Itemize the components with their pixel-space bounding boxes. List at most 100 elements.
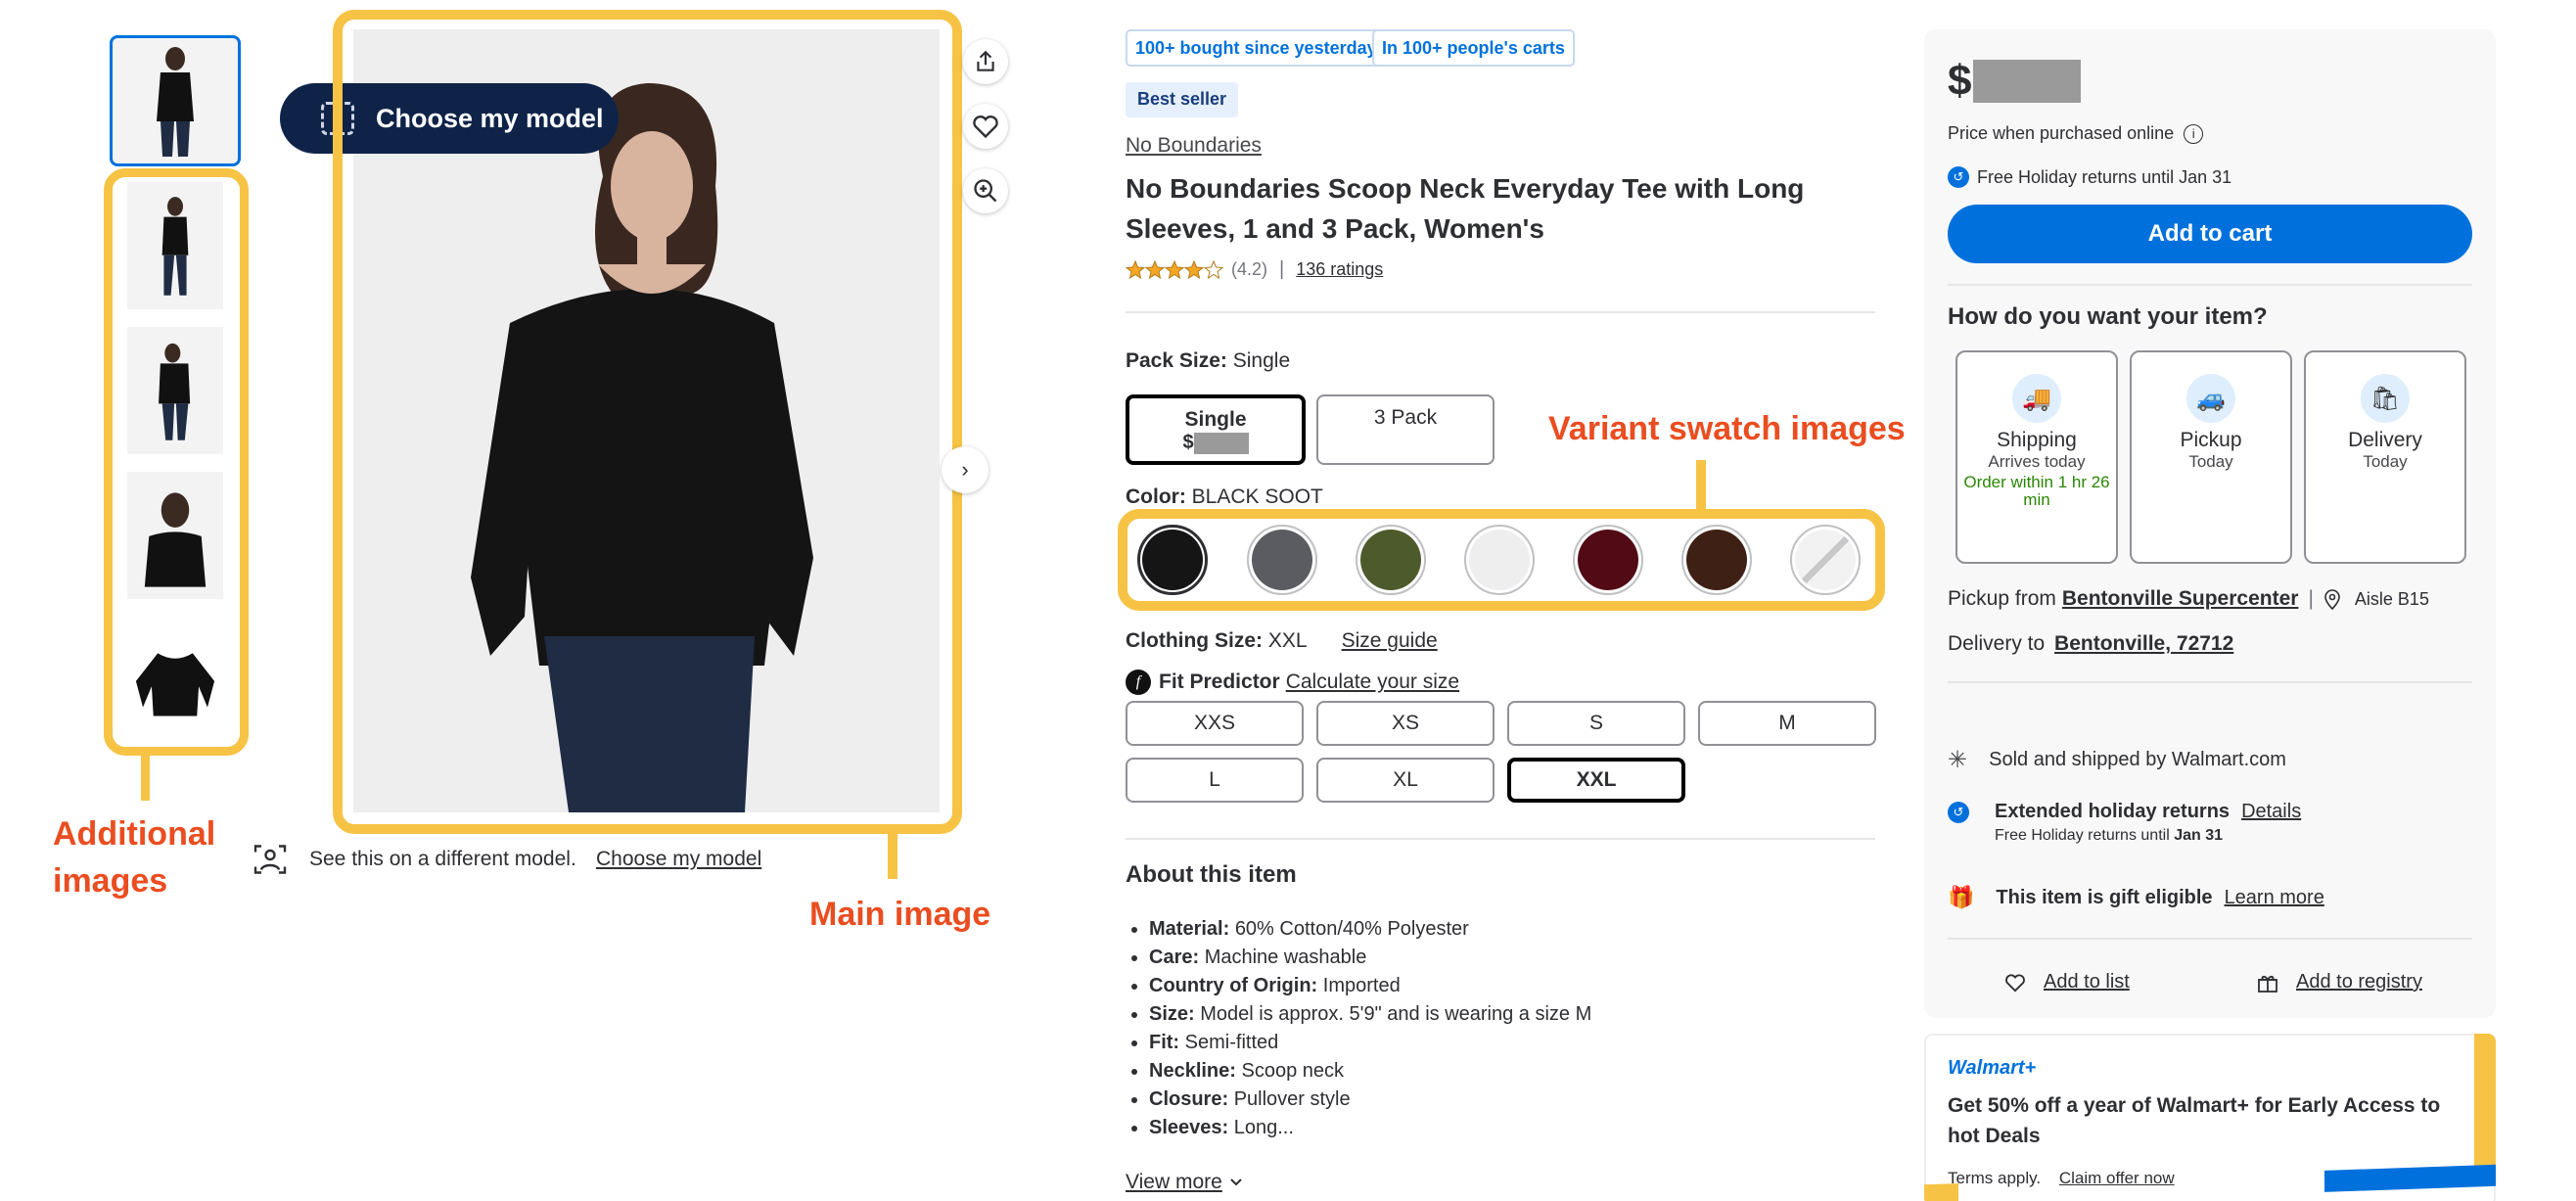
color-row: Color: BLACK SOOT xyxy=(1126,485,1323,509)
size-label: XXL xyxy=(1576,768,1617,791)
option-title: Pickup xyxy=(2180,429,2242,451)
details-link[interactable]: Details xyxy=(2241,801,2301,823)
swatch-color xyxy=(1360,530,1421,590)
size-option[interactable]: L xyxy=(1126,758,1304,803)
add-to-cart-button[interactable]: Add to cart xyxy=(1948,205,2472,263)
main-image-annotation: Main image xyxy=(809,896,991,933)
pack-option-label: Single xyxy=(1184,408,1247,431)
star-rating: (4.2) | 136 ratings xyxy=(1126,258,1383,281)
shipping-option[interactable]: 🚚 Shipping Arrives today Order within 1 … xyxy=(1955,350,2118,564)
swatch-color xyxy=(1686,530,1747,590)
price-masked xyxy=(1973,60,2082,103)
pack-option-single[interactable]: Single $ xyxy=(1126,394,1306,465)
swatch-color xyxy=(1578,530,1638,590)
share-button[interactable] xyxy=(963,39,1008,84)
size-option[interactable]: XXS xyxy=(1126,701,1304,746)
fit-predictor-icon: f xyxy=(1126,670,1151,695)
shipping-truck-icon: 🚚 xyxy=(2012,374,2061,423)
walmart-plus-promo: Walmart+ Get 50% off a year of Walmart+ … xyxy=(1924,1034,2496,1201)
divider xyxy=(1126,838,1875,840)
color-swatch[interactable] xyxy=(1573,525,1643,595)
size-label: L xyxy=(1209,768,1220,791)
option-cutoff: Order within 1 hr 26 min xyxy=(1963,473,2110,509)
next-image-button[interactable]: › xyxy=(942,446,989,493)
option-title: Delivery xyxy=(2348,429,2422,451)
extended-returns-label: Extended holiday returns xyxy=(1995,801,2231,822)
add-to-list-button[interactable]: Add to list xyxy=(2004,971,2130,993)
about-item-heading: About this item xyxy=(1126,861,1297,888)
location-pin-icon xyxy=(2324,589,2340,610)
delivery-option[interactable]: 🛍 Delivery Today xyxy=(2304,350,2466,564)
option-subtitle: Today xyxy=(2363,452,2408,471)
color-swatch[interactable] xyxy=(1137,525,1208,595)
color-swatch[interactable] xyxy=(1464,525,1535,595)
clothing-size-row: Clothing Size: XXL Size guide xyxy=(1126,629,1438,653)
view-more-link[interactable]: View more xyxy=(1126,1171,1244,1194)
delivery-location-link[interactable]: Bentonville, 72712 xyxy=(2054,632,2233,655)
thumbnail-model-image xyxy=(157,47,194,157)
pack-size-value: Single xyxy=(1232,349,1291,372)
detail-item: Neckline: Scoop neck xyxy=(1149,1057,1591,1086)
pickup-car-icon: 🚙 xyxy=(2186,374,2235,423)
heart-icon xyxy=(973,115,998,139)
rating-separator: | xyxy=(1279,258,1285,280)
currency-symbol: $ xyxy=(1948,57,1972,105)
promo-terms: Terms apply. Claim offer now xyxy=(1948,1169,2175,1187)
variant-swatch-annotation: Variant swatch images xyxy=(1548,410,1906,447)
size-option[interactable]: XL xyxy=(1316,758,1495,803)
person-scan-icon xyxy=(253,845,287,874)
color-swatch[interactable] xyxy=(1681,525,1752,595)
learn-more-link[interactable]: Learn more xyxy=(2225,887,2324,909)
divider xyxy=(1948,938,2472,940)
info-icon[interactable]: i xyxy=(2184,123,2204,144)
pickup-store-link[interactable]: Bentonville Supercenter xyxy=(2062,587,2299,611)
brand-link[interactable]: No Boundaries xyxy=(1126,134,1262,158)
pickup-from-row: Pickup from Bentonville Supercenter | Ai… xyxy=(1948,587,2429,611)
size-label: XXS xyxy=(1193,712,1236,734)
chevron-down-icon xyxy=(1229,1178,1242,1186)
size-option[interactable]: M xyxy=(1698,701,1876,746)
claim-offer-link[interactable]: Claim offer now xyxy=(2059,1169,2175,1187)
main-image-highlight xyxy=(333,10,962,834)
size-guide-link[interactable]: Size guide xyxy=(1342,629,1438,652)
pack-size-label: Pack Size: xyxy=(1126,349,1227,372)
gift-eligible-row: 🎁 This item is gift eligible Learn more xyxy=(1948,885,2324,909)
size-option[interactable]: S xyxy=(1507,701,1685,746)
size-label: XL xyxy=(1393,768,1418,791)
returns-icon: ↺ xyxy=(1948,166,1969,188)
zoom-in-icon xyxy=(974,179,997,203)
size-option[interactable]: XXL xyxy=(1507,758,1685,803)
option-title: Shipping xyxy=(1997,429,2077,451)
ratings-link[interactable]: 136 ratings xyxy=(1296,259,1383,280)
size-label: S xyxy=(1588,712,1603,734)
thumbnail-1[interactable] xyxy=(110,35,241,166)
best-seller-badge: Best seller xyxy=(1126,82,1239,117)
size-option[interactable]: XS xyxy=(1316,701,1495,746)
returns-icon: ↺ xyxy=(1948,801,1969,823)
calculate-size-link[interactable]: Calculate your size xyxy=(1286,670,1459,694)
registry-gift-icon xyxy=(2258,975,2277,993)
color-swatch[interactable] xyxy=(1356,525,1426,595)
promo-corner-accent xyxy=(2474,1034,2496,1180)
heart-icon xyxy=(2005,973,2025,992)
pickup-option[interactable]: 🚙 Pickup Today xyxy=(2130,350,2292,564)
add-to-registry-button[interactable]: Add to registry xyxy=(2257,971,2422,993)
zoom-button[interactable] xyxy=(963,168,1008,213)
choose-model-link[interactable]: Choose my model xyxy=(596,848,761,871)
swatch-color xyxy=(1142,530,1203,590)
sold-by-row: ✳ Sold and shipped by Walmart.com xyxy=(1948,747,2286,773)
color-swatch[interactable] xyxy=(1790,525,1861,595)
delivery-bag-icon: 🛍 xyxy=(2361,374,2410,423)
extended-returns-row: ↺ Extended holiday returns Details Free … xyxy=(1948,801,2301,845)
main-image-pointer xyxy=(888,834,897,879)
pack-option-3-pack[interactable]: 3 Pack xyxy=(1316,394,1495,465)
walmart-plus-logo: Walmart+ xyxy=(1948,1057,2037,1079)
favorite-button[interactable] xyxy=(963,104,1008,149)
pack-size-row: Pack Size: Single xyxy=(1126,349,1290,373)
color-swatch[interactable] xyxy=(1247,525,1317,595)
fit-predictor-row: f Fit Predictor Calculate your size xyxy=(1126,670,1459,695)
pack-option-label: 3 Pack xyxy=(1373,406,1438,429)
additional-images-highlight xyxy=(104,168,249,756)
color-value: BLACK SOOT xyxy=(1191,485,1323,508)
price-note: Price when purchased online i xyxy=(1948,123,2204,144)
